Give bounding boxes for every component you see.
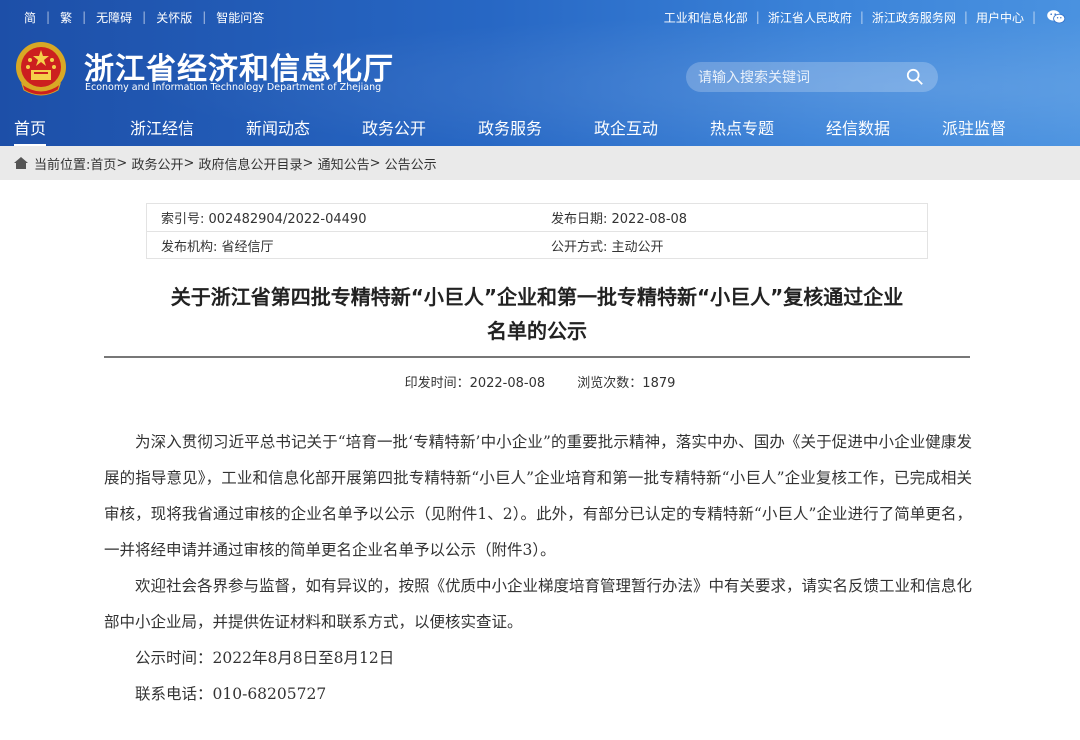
national-emblem-icon <box>16 42 66 96</box>
search-box[interactable]: 请输入搜索关键词 <box>686 62 938 92</box>
breadcrumb: 当前位置: 首页 > 政务公开 > 政府信息公开目录 > 通知公告 > 公告公示 <box>0 146 1080 180</box>
site-subtitle: Economy and Information Technology Depar… <box>85 82 382 93</box>
nav-interaction[interactable]: 政企互动 <box>594 115 658 139</box>
nav-zhejiang-econ[interactable]: 浙江经信 <box>130 115 194 139</box>
wechat-icon[interactable] <box>1046 9 1066 25</box>
breadcrumb-sep: > <box>302 155 314 171</box>
breadcrumb-announcements[interactable]: 公告公示 <box>385 154 437 173</box>
breadcrumb-notices[interactable]: 通知公告 <box>318 154 370 173</box>
nav-topics[interactable]: 热点专题 <box>710 115 774 139</box>
paragraph: 为深入贯彻习近平总书记关于“培育一批‘专精特新’中小企业”的重要批示精神，落实中… <box>104 433 972 559</box>
nav-data[interactable]: 经信数据 <box>826 115 890 139</box>
article-body: 为深入贯彻习近平总书记关于“培育一批‘专精特新’中小企业”的重要批示精神，落实中… <box>104 424 972 712</box>
view-count: 浏览次数：1879 <box>577 376 676 391</box>
document-meta-table: 索引号: 002482904/2022-04490 发布日期: 2022-08-… <box>146 203 928 259</box>
home-icon <box>14 157 28 169</box>
nav-news[interactable]: 新闻动态 <box>246 115 310 139</box>
breadcrumb-sep: > <box>183 155 195 171</box>
nav-home[interactable]: 首页 <box>14 115 47 146</box>
article-title-line1: 关于浙江省第四批专精特新“小巨人”企业和第一批专精特新“小巨人”复核通过企业 <box>170 285 904 309</box>
search-input[interactable]: 请输入搜索关键词 <box>698 67 906 87</box>
nav-gov-services[interactable]: 政务服务 <box>478 115 542 139</box>
contact-phone: 联系电话：010-68205727 <box>135 685 327 703</box>
article-title-line2: 名单的公示 <box>487 319 587 343</box>
breadcrumb-gov-affairs[interactable]: 政务公开 <box>131 154 183 173</box>
paragraph: 欢迎社会各界参与监督，如有异议的，按照《优质中小企业梯度培育管理暂行办法》中有关… <box>104 577 973 631</box>
miit-link[interactable]: 工业和信息化部 <box>656 9 756 26</box>
nav-gov-affairs[interactable]: 政务公开 <box>362 115 426 139</box>
meta-publish-date: 发布日期: 2022-08-08 <box>551 212 688 227</box>
top-utility-bar: 简 | 繁 | 无障碍 | 关怀版 | 智能问答 工业和信息化部 | 浙江省人民政府 | 浙… <box>0 0 1080 34</box>
meta-issuer: 发布机构: 省经信厅 <box>161 240 274 255</box>
article-title: 关于浙江省第四批专精特新“小巨人”企业和第一批专精特新“小巨人”复核通过企业 名… <box>104 280 970 348</box>
nav-supervision[interactable]: 派驻监督 <box>942 115 1006 139</box>
zj-service-link[interactable]: 浙江政务服务网 <box>864 9 964 26</box>
breadcrumb-sep: > <box>116 155 128 171</box>
meta-index-no: 索引号: 002482904/2022-04490 <box>161 212 367 227</box>
title-divider <box>104 356 970 358</box>
care-mode-link[interactable]: 关怀版 <box>146 9 202 26</box>
main-nav: 首页 浙江经信 新闻动态 政务公开 政务服务 政企互动 热点专题 经信数据 派驻… <box>0 110 1080 146</box>
announcement-period: 公示时间：2022年8月8日至8月12日 <box>135 649 395 667</box>
traditional-chinese-link[interactable]: 繁 <box>50 9 82 26</box>
simplified-chinese-link[interactable]: 简 <box>14 9 46 26</box>
publish-info: 印发时间：2022-08-08 浏览次数：1879 <box>0 372 1080 391</box>
accessibility-link[interactable]: 无障碍 <box>86 9 142 26</box>
site-header: 简 | 繁 | 无障碍 | 关怀版 | 智能问答 工业和信息化部 | 浙江省人民政府 | 浙… <box>0 0 1080 146</box>
breadcrumb-catalog[interactable]: 政府信息公开目录 <box>199 154 303 173</box>
zj-gov-link[interactable]: 浙江省人民政府 <box>760 9 860 26</box>
meta-open-mode: 公开方式: 主动公开 <box>551 240 664 255</box>
separator: | <box>1031 10 1036 24</box>
smart-qa-link[interactable]: 智能问答 <box>206 9 274 26</box>
breadcrumb-sep: > <box>369 155 381 171</box>
user-center-link[interactable]: 用户中心 <box>968 9 1032 26</box>
search-icon[interactable] <box>906 68 924 86</box>
breadcrumb-label: 当前位置: <box>34 157 91 173</box>
print-time: 印发时间：2022-08-08 <box>404 376 546 391</box>
breadcrumb-home[interactable]: 首页 <box>90 154 116 173</box>
